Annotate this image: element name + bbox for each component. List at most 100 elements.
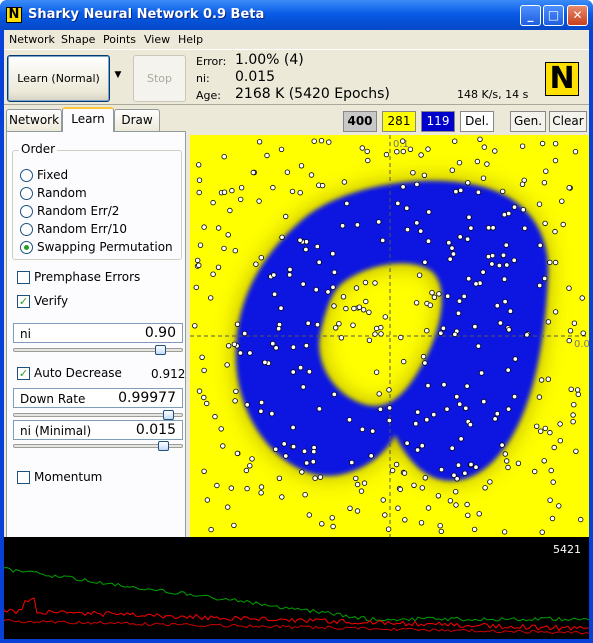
minimize-icon[interactable]: _ xyxy=(520,5,541,26)
training-point xyxy=(300,384,306,390)
menu-shape[interactable]: Shape xyxy=(61,33,95,46)
tab-network[interactable]: Network xyxy=(6,109,62,131)
chevron-down-icon[interactable]: ▼ xyxy=(112,70,124,82)
maximize-icon[interactable]: □ xyxy=(543,5,564,26)
training-point xyxy=(465,512,471,518)
blue-points-counter[interactable]: 119 xyxy=(421,111,455,132)
verify-checkbox[interactable]: ✓ xyxy=(17,295,30,308)
training-point xyxy=(353,285,360,291)
close-icon[interactable]: ✕ xyxy=(567,5,588,26)
training-point xyxy=(201,367,207,374)
menu-help[interactable]: Help xyxy=(178,33,203,46)
training-point xyxy=(395,200,401,207)
yellow-points-counter[interactable]: 281 xyxy=(382,111,416,132)
ni-minimal-slider-thumb[interactable] xyxy=(158,441,170,451)
radio-random-err-10[interactable] xyxy=(20,223,33,236)
radio-random-err-2[interactable] xyxy=(20,205,33,218)
training-point xyxy=(201,394,207,401)
training-point xyxy=(377,406,384,412)
training-point xyxy=(571,402,577,408)
delete-button[interactable]: Del. xyxy=(460,111,494,132)
learn-button[interactable]: Learn (Normal) xyxy=(7,55,110,102)
training-point xyxy=(538,428,544,434)
training-point xyxy=(572,149,579,155)
menu-view[interactable]: View xyxy=(144,33,170,46)
down-rate-field[interactable]: Down Rate 0.99977 xyxy=(13,388,183,408)
title-bar[interactable]: N Sharky Neural Network 0.9 Beta _ □ ✕ xyxy=(0,0,593,30)
momentum-checkbox[interactable] xyxy=(17,471,30,484)
clear-button[interactable]: Clear xyxy=(549,111,587,132)
ni-minimal-field[interactable]: ni (Minimal) 0.015 xyxy=(13,420,183,440)
ni-slider-thumb[interactable] xyxy=(155,345,167,355)
ni-slider[interactable] xyxy=(13,345,183,355)
training-point xyxy=(242,330,248,337)
training-point xyxy=(467,421,474,428)
training-point xyxy=(451,472,457,478)
training-point xyxy=(499,442,505,448)
generate-button[interactable]: Gen. xyxy=(510,111,546,132)
training-point xyxy=(438,466,445,473)
menu-network[interactable]: Network xyxy=(9,33,55,46)
training-point xyxy=(262,359,268,366)
training-point xyxy=(314,321,321,328)
training-point xyxy=(464,501,470,508)
training-point xyxy=(218,426,224,432)
training-point xyxy=(458,436,464,442)
training-point xyxy=(298,163,305,169)
training-point xyxy=(473,281,479,287)
training-point xyxy=(366,337,373,343)
training-point xyxy=(331,269,338,275)
stop-button[interactable]: Stop xyxy=(133,55,186,102)
training-point xyxy=(353,475,359,482)
classification-plot[interactable]: 0.1 0.0 xyxy=(190,135,589,537)
ni-field[interactable]: ni 0.90 xyxy=(13,323,183,343)
training-point xyxy=(512,356,518,362)
training-point xyxy=(481,398,487,405)
training-point xyxy=(515,460,522,466)
ni-label: ni: xyxy=(196,72,210,85)
training-point xyxy=(272,446,279,452)
training-point xyxy=(208,295,214,301)
window-title: Sharky Neural Network 0.9 Beta xyxy=(28,7,265,22)
premphase-checkbox[interactable] xyxy=(17,271,30,284)
radio-random[interactable] xyxy=(20,187,33,200)
training-point xyxy=(344,200,350,207)
down-rate-slider[interactable] xyxy=(13,410,183,420)
training-point xyxy=(271,291,278,297)
training-point xyxy=(456,298,463,304)
tab-draw[interactable]: Draw xyxy=(114,109,160,131)
training-point xyxy=(286,272,293,278)
training-point xyxy=(537,242,543,249)
training-point xyxy=(557,421,563,427)
training-point xyxy=(386,417,393,424)
radio-swapping-permutation[interactable] xyxy=(20,241,33,254)
plot-canvas[interactable]: 0.1 0.0 xyxy=(190,135,589,537)
training-point xyxy=(386,387,392,393)
training-point xyxy=(394,149,400,155)
down-rate-slider-thumb[interactable] xyxy=(163,410,175,420)
auto-decrease-checkbox[interactable]: ✓ xyxy=(17,367,30,380)
training-point xyxy=(419,443,425,449)
training-point xyxy=(258,399,265,406)
training-point xyxy=(330,284,336,290)
radio-random-label: Random xyxy=(37,186,87,200)
menu-points[interactable]: Points xyxy=(103,33,136,46)
training-point xyxy=(501,529,508,535)
training-point xyxy=(421,172,428,178)
ni-minimal-slider[interactable] xyxy=(13,441,183,451)
tab-learn[interactable]: Learn xyxy=(62,107,114,132)
training-point xyxy=(317,474,324,480)
training-point xyxy=(435,493,442,499)
training-point xyxy=(232,398,238,404)
training-point xyxy=(382,314,388,320)
training-point xyxy=(449,167,455,173)
training-point xyxy=(438,330,444,336)
training-point xyxy=(196,262,202,268)
training-point xyxy=(319,182,326,189)
training-point xyxy=(522,225,528,231)
radio-fixed[interactable] xyxy=(20,169,33,182)
training-point xyxy=(413,421,419,427)
error-graph: 5421 xyxy=(4,537,589,639)
total-points-counter[interactable]: 400 xyxy=(343,111,377,132)
training-point xyxy=(462,470,468,476)
